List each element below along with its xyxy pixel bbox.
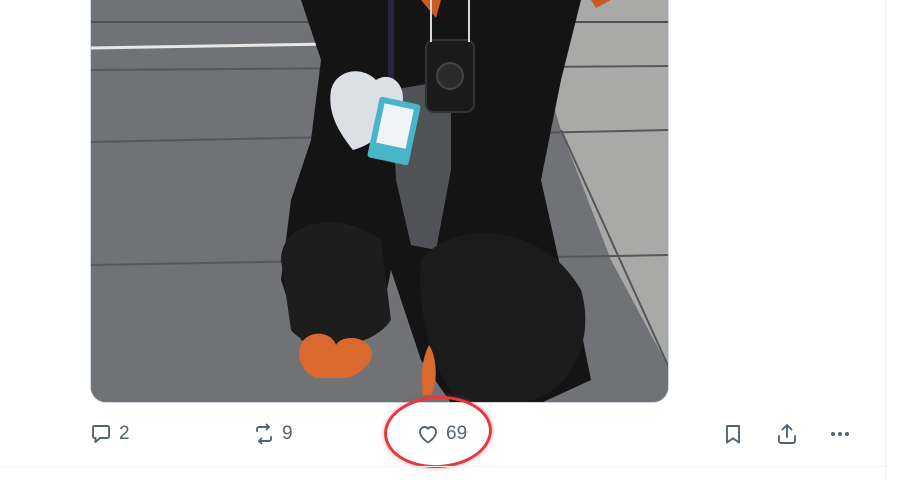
like-count: 69: [446, 423, 468, 444]
heart-icon: [419, 426, 437, 444]
bookmark-icon: [726, 425, 740, 444]
tweet-page: 2 9 69: [0, 0, 921, 480]
tweet-media-image[interactable]: [90, 0, 669, 403]
retweet-button[interactable]: 9: [252, 412, 293, 456]
more-icon: [831, 432, 849, 436]
fursuit-photo: [91, 0, 668, 402]
retweet-count: 9: [282, 423, 293, 444]
like-button[interactable]: 69: [416, 412, 467, 456]
column-divider: [885, 0, 886, 480]
retweet-icon: [256, 423, 272, 445]
reply-icon: [92, 425, 110, 443]
reply-count: 2: [119, 423, 130, 444]
tweet-divider: [0, 466, 886, 467]
reply-button[interactable]: 2: [89, 412, 130, 456]
bookmark-button[interactable]: [721, 412, 745, 456]
share-button[interactable]: [775, 412, 799, 456]
tweet-action-bar: 2 9 69: [0, 412, 886, 456]
more-options-button[interactable]: [828, 412, 852, 456]
share-icon: [778, 424, 796, 444]
